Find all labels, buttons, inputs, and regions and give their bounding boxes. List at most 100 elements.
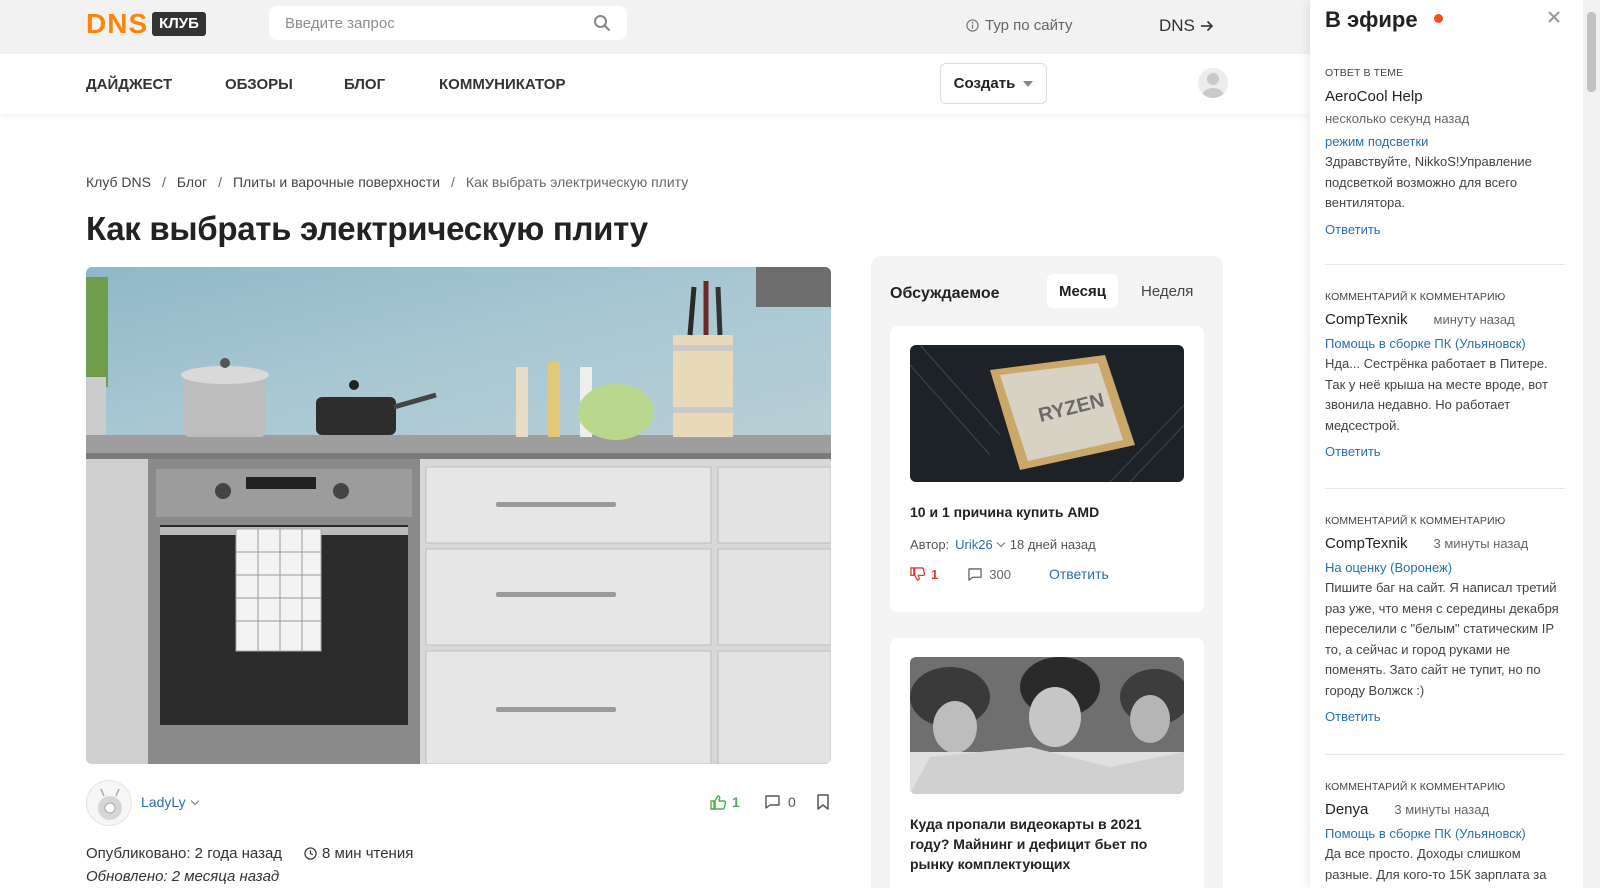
feed-item-user[interactable]: CompTexnik	[1325, 535, 1408, 552]
tab-month[interactable]: Месяц	[1047, 274, 1118, 308]
feed-item-time: минуту назад	[1433, 312, 1515, 327]
comments-button[interactable]: 0	[765, 794, 796, 810]
site-tour-link[interactable]: Тур по сайту	[966, 17, 1073, 34]
feed-item-topic[interactable]: На оценку (Воронеж)	[1325, 560, 1565, 575]
read-time: 8 мин чтения	[304, 845, 413, 862]
feed-item-text: Пишите баг на сайт. Я написал третий раз…	[1325, 580, 1559, 698]
feed-item-text: Здравствуйте, NikkoS!Управление подсветк…	[1325, 154, 1532, 210]
author-avatar[interactable]	[86, 780, 132, 826]
feed-item-user[interactable]: Denya	[1325, 801, 1368, 818]
breadcrumb-separator: /	[218, 174, 222, 190]
card-comments[interactable]: 300	[968, 567, 1011, 582]
feed-item-time: несколько секунд назад	[1325, 111, 1470, 126]
card-meta: Автор: Urik26 18 дней назад	[910, 537, 1096, 552]
logo-dns: DNS	[86, 8, 149, 39]
updated-date: Обновлено: 2 месяца назад	[86, 868, 280, 885]
close-icon[interactable]	[1546, 9, 1562, 25]
main-nav: ДАЙДЖЕСТ ОБЗОРЫ БЛОГ КОММУНИКАТОР Создат…	[0, 54, 1310, 114]
discussed-card[interactable]: RYZEN 10 и 1 причина купить AMD Автор: U…	[890, 326, 1204, 612]
scrollbar-thumb[interactable]	[1587, 12, 1596, 92]
comment-icon	[765, 795, 780, 809]
caret-down-icon	[1023, 80, 1034, 87]
arrow-right-icon	[1200, 20, 1214, 32]
robot-avatar-icon	[98, 788, 122, 820]
nav-item-digest[interactable]: ДАЙДЖЕСТ	[86, 76, 172, 93]
user-avatar[interactable]	[1198, 68, 1228, 98]
author-label: Автор:	[910, 537, 950, 552]
breadcrumb-separator: /	[161, 174, 166, 190]
feed-item-text: Да все просто. Доходы слишком разные. Дл…	[1325, 846, 1547, 888]
dns-club-logo[interactable]: DNS КЛУБ	[86, 8, 206, 39]
search-icon[interactable]	[593, 14, 611, 32]
feed-item-time: 3 минуты назад	[1433, 536, 1529, 551]
cpu-image: RYZEN	[910, 345, 1184, 482]
card-author-link[interactable]: Urik26	[955, 537, 1005, 552]
nav-item-communicator[interactable]: КОММУНИКАТОР	[439, 76, 565, 93]
top-bar: DNS КЛУБ Тур по сайту DNS	[0, 0, 1310, 54]
nav-item-blog[interactable]: БЛОГ	[344, 76, 385, 93]
card-thumbnail[interactable]: RYZEN	[910, 345, 1184, 482]
kitchen-illustration	[86, 267, 831, 764]
breadcrumb-current: Как выбрать электрическую плиту	[465, 174, 689, 190]
feed-item-topic[interactable]: режим подсветки	[1325, 134, 1565, 149]
article-hero-image	[86, 267, 831, 764]
rating-button[interactable]: 1	[910, 567, 938, 582]
reply-link[interactable]: Ответить	[1049, 566, 1109, 582]
feed-reply-link[interactable]: Ответить	[1325, 444, 1565, 459]
feed-item-type: Комментарий к комментарию	[1325, 515, 1506, 527]
feed-item-time: 3 минуты назад	[1394, 802, 1490, 817]
create-button[interactable]: Создать	[940, 63, 1047, 104]
breadcrumb-category[interactable]: Плиты и варочные поверхности	[233, 174, 440, 190]
card-time: 18 дней назад	[1009, 537, 1096, 552]
feed-reply-link[interactable]: Ответить	[1325, 709, 1565, 724]
published-info: Опубликовано: 2 года назад 8 мин чтения	[86, 845, 413, 862]
breadcrumb-blog[interactable]: Блог	[177, 174, 207, 190]
card-comment-count: 300	[989, 566, 1011, 582]
feed-reply-link[interactable]: Ответить	[1325, 222, 1565, 237]
crowd-photo-image	[910, 657, 1184, 794]
page-title: Как выбрать электрическую плиту	[86, 210, 648, 247]
dns-store-link[interactable]: DNS	[1159, 16, 1214, 36]
chevron-down-icon	[996, 538, 1005, 548]
feed-item-user[interactable]: CompTexnik	[1325, 311, 1408, 328]
breadcrumb-club[interactable]: Клуб DNS	[86, 174, 151, 190]
feed-item-head: Denya 3 минуты назад	[1325, 801, 1565, 818]
card-actions: 1 300 Ответить	[910, 566, 1109, 582]
feed-divider	[1325, 488, 1565, 489]
thumbs-down-icon	[910, 567, 925, 581]
site-tour-label: Тур по сайту	[985, 17, 1073, 34]
author-link[interactable]: LadyLy	[141, 794, 199, 810]
feed-item: Комментарий к комментарию CompTexnik мин…	[1325, 291, 1565, 459]
comment-icon	[968, 567, 982, 581]
card-title[interactable]: 10 и 1 причина купить AMD	[910, 502, 1184, 522]
rating-count: 1	[931, 566, 939, 582]
search-input[interactable]	[285, 14, 593, 32]
tab-week[interactable]: Неделя	[1129, 274, 1205, 308]
logo-club: КЛУБ	[152, 12, 206, 36]
discussed-card[interactable]: Куда пропали видеокарты в 2021 году? Май…	[890, 638, 1204, 888]
bookmark-icon[interactable]	[816, 794, 830, 810]
feed-item-topic[interactable]: Помощь в сборке ПК (Ульяновск)	[1325, 336, 1565, 351]
like-button[interactable]: 1	[710, 794, 740, 810]
published-date: Опубликовано: 2 года назад	[86, 845, 283, 862]
feed-item-topic[interactable]: Помощь в сборке ПК (Ульяновск)	[1325, 826, 1565, 841]
user-icon	[1202, 73, 1224, 98]
scrollbar[interactable]	[1583, 0, 1600, 888]
info-icon	[966, 19, 979, 32]
feed-item: Комментарий к комментарию Denya 3 минуты…	[1325, 781, 1565, 888]
feed-item-user[interactable]: AeroCool Help	[1325, 88, 1565, 105]
live-feed-panel: В эфире Ответ в теме AeroCool Help неско…	[1310, 0, 1600, 888]
card-title[interactable]: Куда пропали видеокарты в 2021 году? Май…	[910, 814, 1184, 874]
feed-item-type: Ответ в теме	[1325, 67, 1404, 79]
feed-item: Комментарий к комментарию CompTexnik 3 м…	[1325, 515, 1565, 724]
feed-item: Ответ в теме AeroCool Help несколько сек…	[1325, 67, 1565, 237]
card-thumbnail[interactable]	[910, 657, 1184, 794]
live-feed-title: В эфире	[1325, 7, 1418, 32]
create-button-label: Создать	[953, 75, 1016, 92]
nav-item-reviews[interactable]: ОБЗОРЫ	[225, 76, 293, 93]
feed-item-head: CompTexnik минуту назад	[1325, 311, 1565, 328]
comment-count: 0	[788, 794, 796, 810]
discussed-title: Обсуждаемое	[890, 285, 1000, 302]
feed-divider	[1325, 754, 1565, 755]
chevron-down-icon	[190, 796, 199, 805]
